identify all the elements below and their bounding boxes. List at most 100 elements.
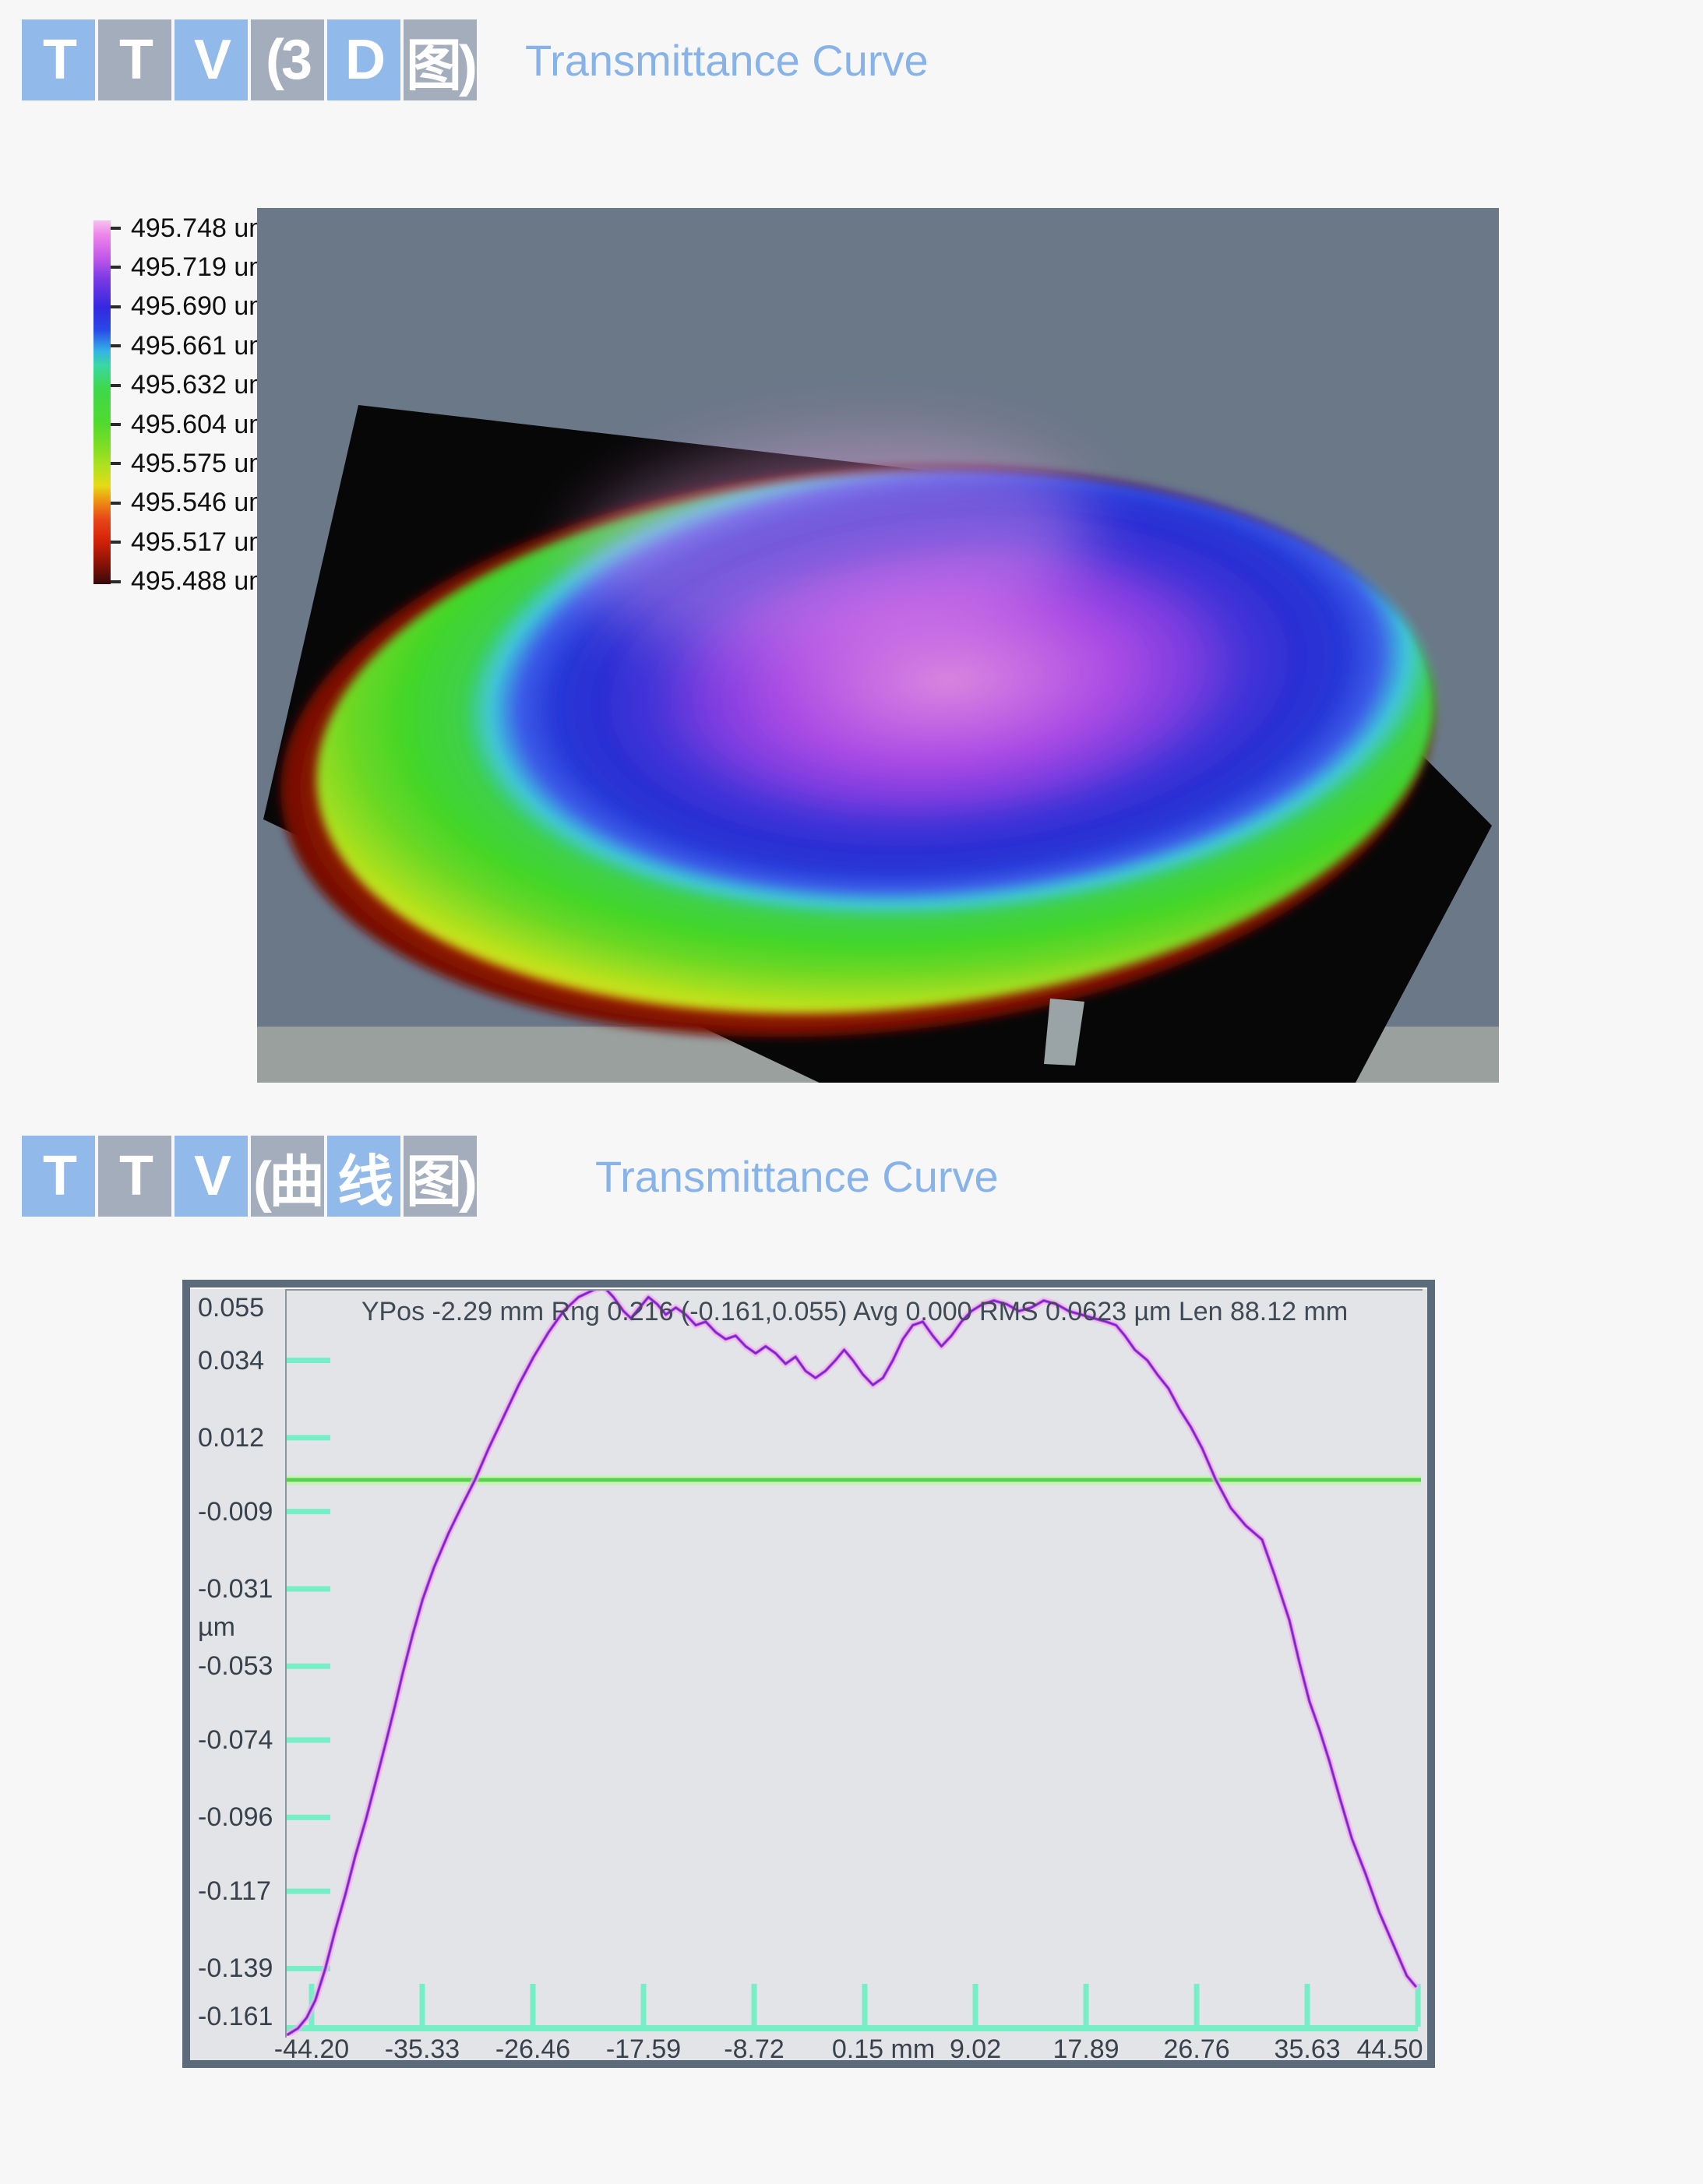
- plot-header-stats: YPos -2.29 mm Rng 0.216 (-0.161,0.055) A…: [361, 1297, 1348, 1327]
- legend-label: 495.719 um: [131, 252, 271, 283]
- axis-tick: [287, 1889, 330, 1894]
- title-block: D: [327, 19, 400, 100]
- x-tick-label: 26.76: [1164, 2035, 1230, 2063]
- axis-tick: [531, 1984, 536, 2027]
- legend-tick: [111, 305, 121, 308]
- surface-plot: [257, 208, 1499, 1083]
- legend-label: 495.604 um: [131, 410, 271, 440]
- title-blocks-3d: TTV(3D图): [22, 19, 477, 100]
- axis-tick: [1084, 1984, 1089, 2027]
- y-tick-label: 0.055: [198, 1292, 264, 1323]
- x-tick-label: 9.02: [950, 2035, 1001, 2063]
- section-3d-title: TTV(3D图) Transmittance Curve: [22, 19, 929, 100]
- legend-tick: [111, 423, 121, 426]
- title-block: 图): [404, 1136, 477, 1217]
- axis-tick: [1305, 1984, 1310, 2027]
- x-tick-label: -8.72: [724, 2035, 785, 2063]
- x-tick-label: -44.20: [274, 2035, 349, 2063]
- profile-curve: [288, 1291, 1416, 2034]
- axis-tick: [287, 1738, 330, 1743]
- legend-tick: [111, 227, 121, 230]
- x-tick-label: 17.89: [1053, 2035, 1119, 2063]
- title-block: (3: [251, 19, 324, 100]
- legend-tick: [111, 344, 121, 347]
- y-tick-label: 0.034: [198, 1345, 264, 1376]
- axis-tick: [287, 1509, 330, 1514]
- y-tick-label: -0.139: [198, 1953, 273, 1984]
- legend-label: 495.748 um: [131, 213, 271, 244]
- axis-tick: [287, 1358, 330, 1363]
- profile-curve: [288, 1291, 1416, 2034]
- x-tick-label: -17.59: [606, 2035, 681, 2063]
- plot-panel: YPos -2.29 mm Rng 0.216 (-0.161,0.055) A…: [285, 1289, 1423, 2038]
- x-tick-label: 44.50: [1356, 2035, 1423, 2063]
- section-profile-subtitle: Transmittance Curve: [595, 1151, 999, 1202]
- legend-row: 495.575 um: [111, 448, 271, 479]
- page: TTV(3D图) Transmittance Curve: [0, 0, 1703, 2184]
- legend-row: 495.488 um: [111, 566, 271, 597]
- surface-plot-svg: [257, 208, 1499, 1083]
- x-tick-label: -35.33: [385, 2035, 460, 2063]
- legend-label: 495.488 um: [131, 566, 271, 597]
- y-tick-label: -0.031: [198, 1573, 273, 1605]
- y-tick-label: -0.053: [198, 1650, 273, 1682]
- title-block: T: [98, 1136, 171, 1217]
- axis-tick: [287, 1664, 330, 1669]
- legend-tick: [111, 502, 121, 505]
- y-tick-label: 0.012: [198, 1422, 264, 1453]
- y-tick-label: -0.096: [198, 1802, 273, 1833]
- profile-chart: 0.0550.0340.012-0.009-0.031-0.053-0.074-…: [182, 1280, 1435, 2068]
- axis-tick: [1194, 1984, 1200, 2027]
- legend-label: 495.517 um: [131, 527, 271, 558]
- axis-tick: [287, 1435, 330, 1440]
- legend-row: 495.604 um: [111, 409, 271, 440]
- axis-tick: [1416, 1984, 1421, 2027]
- legend-tick: [111, 541, 121, 544]
- axis-tick: [752, 1984, 757, 2027]
- axis-tick: [287, 1815, 330, 1820]
- legend-label: 495.632 um: [131, 370, 271, 400]
- legend-label: 495.661 um: [131, 331, 271, 361]
- title-block: (曲: [251, 1136, 324, 1217]
- title-block: V: [175, 1136, 248, 1217]
- title-block: 图): [404, 19, 477, 100]
- surface-legend-colorbar: [93, 220, 111, 584]
- axis-tick: [287, 1586, 330, 1591]
- x-tick-label: -26.46: [495, 2035, 570, 2063]
- x-tick-label: 0.15 mm: [832, 2035, 935, 2063]
- legend-row: 495.719 um: [111, 252, 271, 283]
- profile-curve-svg: [287, 1291, 1421, 2036]
- axis-tick: [862, 1984, 868, 2027]
- legend-tick: [111, 462, 121, 465]
- section-profile-title: TTV(曲线图) Transmittance Curve: [22, 1136, 999, 1217]
- legend-row: 495.690 um: [111, 291, 271, 322]
- title-block: T: [22, 19, 95, 100]
- title-block: V: [175, 19, 248, 100]
- axis-tick: [641, 1984, 647, 2027]
- title-block: T: [98, 19, 171, 100]
- zero-line: [287, 1478, 1421, 1482]
- legend-label: 495.575 um: [131, 449, 271, 479]
- title-block: T: [22, 1136, 95, 1217]
- y-axis-unit: µm: [198, 1612, 235, 1643]
- title-blocks-profile: TTV(曲线图): [22, 1136, 477, 1217]
- legend-row: 495.546 um: [111, 488, 271, 519]
- legend-tick: [111, 266, 121, 269]
- legend-row: 495.748 um: [111, 213, 271, 244]
- legend-tick: [111, 580, 121, 583]
- axis-tick: [973, 1984, 978, 2027]
- y-tick-label: -0.117: [198, 1876, 271, 1907]
- x-axis-baseline: [287, 2025, 1418, 2031]
- profile-curve: [288, 1291, 1416, 2034]
- legend-label: 495.546 um: [131, 488, 271, 518]
- section-3d-subtitle: Transmittance Curve: [525, 35, 929, 86]
- x-tick-label: 35.63: [1275, 2035, 1341, 2063]
- title-block: 线: [327, 1136, 400, 1217]
- legend-tick: [111, 384, 121, 387]
- y-tick-label: -0.074: [198, 1724, 273, 1756]
- axis-tick: [420, 1984, 425, 2027]
- legend-label: 495.690 um: [131, 291, 271, 322]
- legend-row: 495.661 um: [111, 330, 271, 361]
- legend-row: 495.517 um: [111, 527, 271, 558]
- y-tick-label: -0.161: [198, 2001, 273, 2032]
